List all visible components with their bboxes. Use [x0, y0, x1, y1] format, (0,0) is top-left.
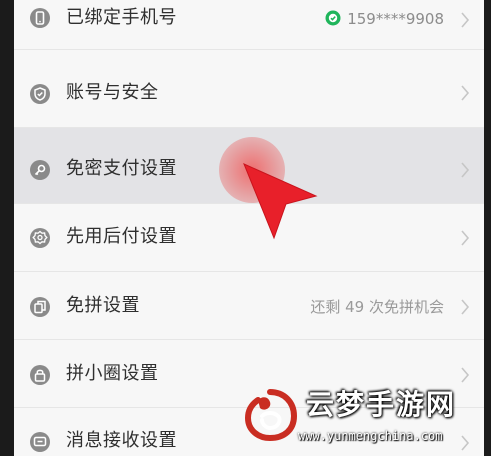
chevron-right-icon — [461, 162, 470, 178]
site-watermark: 云梦手游网 www.yunmengchina.com — [236, 382, 491, 456]
shield-icon — [30, 84, 50, 104]
key-icon — [30, 160, 50, 180]
settings-item-label: 账号与安全 — [66, 82, 159, 103]
free-group-remaining: 还剩 49 次免拼机会 — [310, 298, 444, 316]
watermark-url: www.yunmengchina.com — [298, 429, 443, 443]
red-arrow-icon — [243, 163, 318, 240]
chevron-right-icon — [461, 299, 470, 315]
copy-icon — [30, 297, 50, 317]
settings-item-label: 拼小圈设置 — [66, 363, 159, 384]
chevron-right-icon — [461, 230, 470, 246]
badge-icon — [30, 228, 50, 248]
lock-icon — [30, 365, 50, 385]
settings-item-label: 消息接收设置 — [66, 430, 177, 451]
settings-item-label: 先用后付设置 — [66, 226, 177, 247]
watermark-title: 云梦手游网 — [306, 388, 457, 421]
chevron-right-icon — [461, 12, 470, 28]
message-icon — [30, 432, 50, 452]
settings-item-account-security[interactable]: 账号与安全 — [14, 50, 484, 128]
verified-check-icon — [325, 10, 341, 26]
chevron-right-icon — [461, 85, 470, 101]
phone-number-text: 159****9908 — [347, 10, 444, 28]
settings-item-label: 免密支付设置 — [66, 158, 177, 179]
settings-item-label: 已绑定手机号 — [66, 7, 177, 28]
settings-item-label: 免拼设置 — [66, 295, 140, 316]
dragon-logo-icon — [244, 389, 298, 442]
settings-item-bound-phone[interactable]: 已绑定手机号 159****9908 — [14, 0, 484, 50]
settings-item-free-group[interactable]: 免拼设置 还剩 49 次免拼机会 — [14, 272, 484, 340]
phone-icon — [30, 8, 50, 28]
phone-number-value: 159****9908 — [325, 7, 444, 31]
